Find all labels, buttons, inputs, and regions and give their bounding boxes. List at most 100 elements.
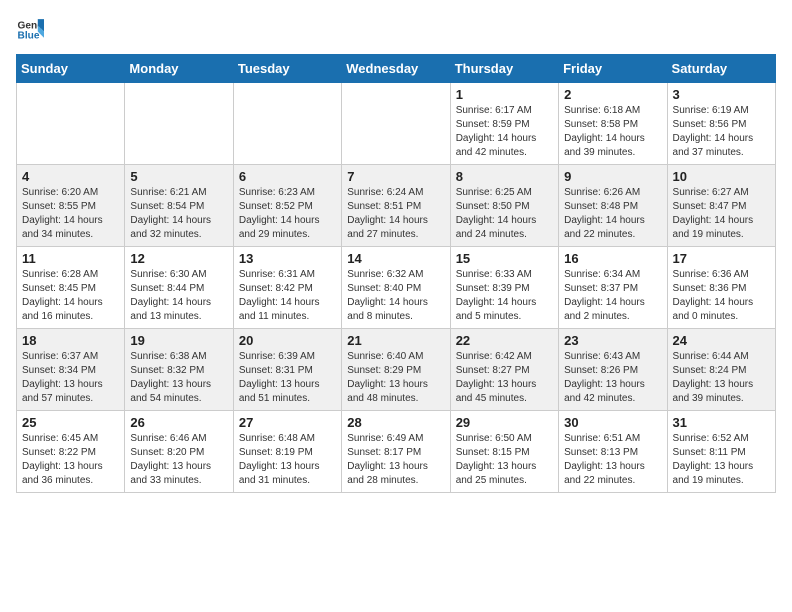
day-number: 12 <box>130 251 227 266</box>
day-info: Sunrise: 6:52 AM Sunset: 8:11 PM Dayligh… <box>673 432 770 488</box>
day-info: Sunrise: 6:32 AM Sunset: 8:40 PM Dayligh… <box>347 268 444 324</box>
day-info: Sunrise: 6:37 AM Sunset: 8:34 PM Dayligh… <box>22 350 119 406</box>
day-header-saturday: Saturday <box>667 55 775 83</box>
day-info: Sunrise: 6:24 AM Sunset: 8:51 PM Dayligh… <box>347 186 444 242</box>
day-info: Sunrise: 6:21 AM Sunset: 8:54 PM Dayligh… <box>130 186 227 242</box>
day-info: Sunrise: 6:18 AM Sunset: 8:58 PM Dayligh… <box>564 104 661 160</box>
day-number: 6 <box>239 169 336 184</box>
day-info: Sunrise: 6:39 AM Sunset: 8:31 PM Dayligh… <box>239 350 336 406</box>
day-info: Sunrise: 6:51 AM Sunset: 8:13 PM Dayligh… <box>564 432 661 488</box>
calendar-cell: 26 Sunrise: 6:46 AM Sunset: 8:20 PM Dayli… <box>125 411 233 493</box>
day-header-wednesday: Wednesday <box>342 55 450 83</box>
day-info: Sunrise: 6:26 AM Sunset: 8:48 PM Dayligh… <box>564 186 661 242</box>
day-number: 27 <box>239 415 336 430</box>
day-number: 26 <box>130 415 227 430</box>
calendar-header-row: SundayMondayTuesdayWednesdayThursdayFrid… <box>17 55 776 83</box>
calendar-week-row: 11Sunrise: 6:28 AM Sunset: 8:45 PM Dayli… <box>17 247 776 329</box>
calendar-cell: 29Sunrise: 6:50 AM Sunset: 8:15 PM Dayli… <box>450 411 558 493</box>
calendar-cell: 17 Sunrise: 6:36 AM Sunset: 8:36 PM Dayli… <box>667 247 775 329</box>
calendar-cell: 2 Sunrise: 6:18 AM Sunset: 8:58 PM Daylig… <box>559 83 667 165</box>
calendar-cell <box>233 83 341 165</box>
day-number: 10 <box>673 169 770 184</box>
day-info: Sunrise: 6:42 AM Sunset: 8:27 PM Dayligh… <box>456 350 553 406</box>
day-header-friday: Friday <box>559 55 667 83</box>
day-number: 5 <box>130 169 227 184</box>
calendar-cell: 9 Sunrise: 6:26 AM Sunset: 8:48 PM Daylig… <box>559 165 667 247</box>
calendar-week-row: 1Sunrise: 6:17 AM Sunset: 8:59 PM Daylig… <box>17 83 776 165</box>
calendar-cell: 31 Sunrise: 6:52 AM Sunset: 8:11 PM Dayli… <box>667 411 775 493</box>
calendar-cell: 25 Sunrise: 6:45 AM Sunset: 8:22 PM Dayli… <box>17 411 125 493</box>
calendar-cell: 30 Sunrise: 6:51 AM Sunset: 8:13 PM Dayli… <box>559 411 667 493</box>
day-info: Sunrise: 6:28 AM Sunset: 8:45 PM Dayligh… <box>22 268 119 324</box>
day-number: 24 <box>673 333 770 348</box>
day-number: 17 <box>673 251 770 266</box>
calendar-cell: 20 Sunrise: 6:39 AM Sunset: 8:31 PM Dayli… <box>233 329 341 411</box>
day-info: Sunrise: 6:46 AM Sunset: 8:20 PM Dayligh… <box>130 432 227 488</box>
day-info: Sunrise: 6:43 AM Sunset: 8:26 PM Dayligh… <box>564 350 661 406</box>
calendar-cell <box>125 83 233 165</box>
day-number: 4 <box>22 169 119 184</box>
calendar-cell: 27Sunrise: 6:48 AM Sunset: 8:19 PM Dayli… <box>233 411 341 493</box>
calendar-week-row: 25 Sunrise: 6:45 AM Sunset: 8:22 PM Dayli… <box>17 411 776 493</box>
day-number: 14 <box>347 251 444 266</box>
calendar-cell: 21 Sunrise: 6:40 AM Sunset: 8:29 PM Dayli… <box>342 329 450 411</box>
calendar-cell: 4 Sunrise: 6:20 AM Sunset: 8:55 PM Daylig… <box>17 165 125 247</box>
day-number: 31 <box>673 415 770 430</box>
day-info: Sunrise: 6:36 AM Sunset: 8:36 PM Dayligh… <box>673 268 770 324</box>
calendar-cell: 15 Sunrise: 6:33 AM Sunset: 8:39 PM Dayli… <box>450 247 558 329</box>
calendar-cell: 23 Sunrise: 6:43 AM Sunset: 8:26 PM Dayli… <box>559 329 667 411</box>
calendar-cell: 19Sunrise: 6:38 AM Sunset: 8:32 PM Dayli… <box>125 329 233 411</box>
calendar-cell: 1Sunrise: 6:17 AM Sunset: 8:59 PM Daylig… <box>450 83 558 165</box>
day-number: 3 <box>673 87 770 102</box>
day-number: 30 <box>564 415 661 430</box>
calendar-cell: 10 Sunrise: 6:27 AM Sunset: 8:47 PM Dayli… <box>667 165 775 247</box>
day-info: Sunrise: 6:30 AM Sunset: 8:44 PM Dayligh… <box>130 268 227 324</box>
page-header: General Blue <box>16 16 776 44</box>
calendar-cell: 24 Sunrise: 6:44 AM Sunset: 8:24 PM Dayli… <box>667 329 775 411</box>
svg-text:Blue: Blue <box>18 31 40 42</box>
calendar-cell: 14 Sunrise: 6:32 AM Sunset: 8:40 PM Dayli… <box>342 247 450 329</box>
day-header-sunday: Sunday <box>17 55 125 83</box>
day-info: Sunrise: 6:19 AM Sunset: 8:56 PM Dayligh… <box>673 104 770 160</box>
calendar-table: SundayMondayTuesdayWednesdayThursdayFrid… <box>16 54 776 493</box>
calendar-week-row: 18Sunrise: 6:37 AM Sunset: 8:34 PM Dayli… <box>17 329 776 411</box>
day-number: 23 <box>564 333 661 348</box>
calendar-cell: 7 Sunrise: 6:24 AM Sunset: 8:51 PM Daylig… <box>342 165 450 247</box>
day-info: Sunrise: 6:44 AM Sunset: 8:24 PM Dayligh… <box>673 350 770 406</box>
day-header-thursday: Thursday <box>450 55 558 83</box>
day-number: 8 <box>456 169 553 184</box>
day-info: Sunrise: 6:23 AM Sunset: 8:52 PM Dayligh… <box>239 186 336 242</box>
day-header-tuesday: Tuesday <box>233 55 341 83</box>
calendar-cell: 3 Sunrise: 6:19 AM Sunset: 8:56 PM Daylig… <box>667 83 775 165</box>
day-number: 9 <box>564 169 661 184</box>
day-number: 28 <box>347 415 444 430</box>
calendar-cell: 12 Sunrise: 6:30 AM Sunset: 8:44 PM Dayli… <box>125 247 233 329</box>
calendar-cell: 5 Sunrise: 6:21 AM Sunset: 8:54 PM Daylig… <box>125 165 233 247</box>
logo-icon: General Blue <box>16 16 44 44</box>
calendar-cell: 8Sunrise: 6:25 AM Sunset: 8:50 PM Daylig… <box>450 165 558 247</box>
day-info: Sunrise: 6:17 AM Sunset: 8:59 PM Dayligh… <box>456 104 553 160</box>
day-info: Sunrise: 6:20 AM Sunset: 8:55 PM Dayligh… <box>22 186 119 242</box>
day-info: Sunrise: 6:31 AM Sunset: 8:42 PM Dayligh… <box>239 268 336 324</box>
calendar-cell: 18Sunrise: 6:37 AM Sunset: 8:34 PM Dayli… <box>17 329 125 411</box>
day-number: 22 <box>456 333 553 348</box>
day-info: Sunrise: 6:40 AM Sunset: 8:29 PM Dayligh… <box>347 350 444 406</box>
day-number: 7 <box>347 169 444 184</box>
calendar-cell: 13Sunrise: 6:31 AM Sunset: 8:42 PM Dayli… <box>233 247 341 329</box>
day-info: Sunrise: 6:38 AM Sunset: 8:32 PM Dayligh… <box>130 350 227 406</box>
day-info: Sunrise: 6:45 AM Sunset: 8:22 PM Dayligh… <box>22 432 119 488</box>
day-info: Sunrise: 6:49 AM Sunset: 8:17 PM Dayligh… <box>347 432 444 488</box>
day-number: 15 <box>456 251 553 266</box>
calendar-cell: 28 Sunrise: 6:49 AM Sunset: 8:17 PM Dayli… <box>342 411 450 493</box>
day-number: 21 <box>347 333 444 348</box>
day-info: Sunrise: 6:34 AM Sunset: 8:37 PM Dayligh… <box>564 268 661 324</box>
day-info: Sunrise: 6:33 AM Sunset: 8:39 PM Dayligh… <box>456 268 553 324</box>
day-number: 25 <box>22 415 119 430</box>
calendar-week-row: 4 Sunrise: 6:20 AM Sunset: 8:55 PM Daylig… <box>17 165 776 247</box>
day-number: 20 <box>239 333 336 348</box>
day-info: Sunrise: 6:27 AM Sunset: 8:47 PM Dayligh… <box>673 186 770 242</box>
calendar-cell: 11Sunrise: 6:28 AM Sunset: 8:45 PM Dayli… <box>17 247 125 329</box>
day-number: 2 <box>564 87 661 102</box>
calendar-cell: 6 Sunrise: 6:23 AM Sunset: 8:52 PM Daylig… <box>233 165 341 247</box>
day-header-monday: Monday <box>125 55 233 83</box>
